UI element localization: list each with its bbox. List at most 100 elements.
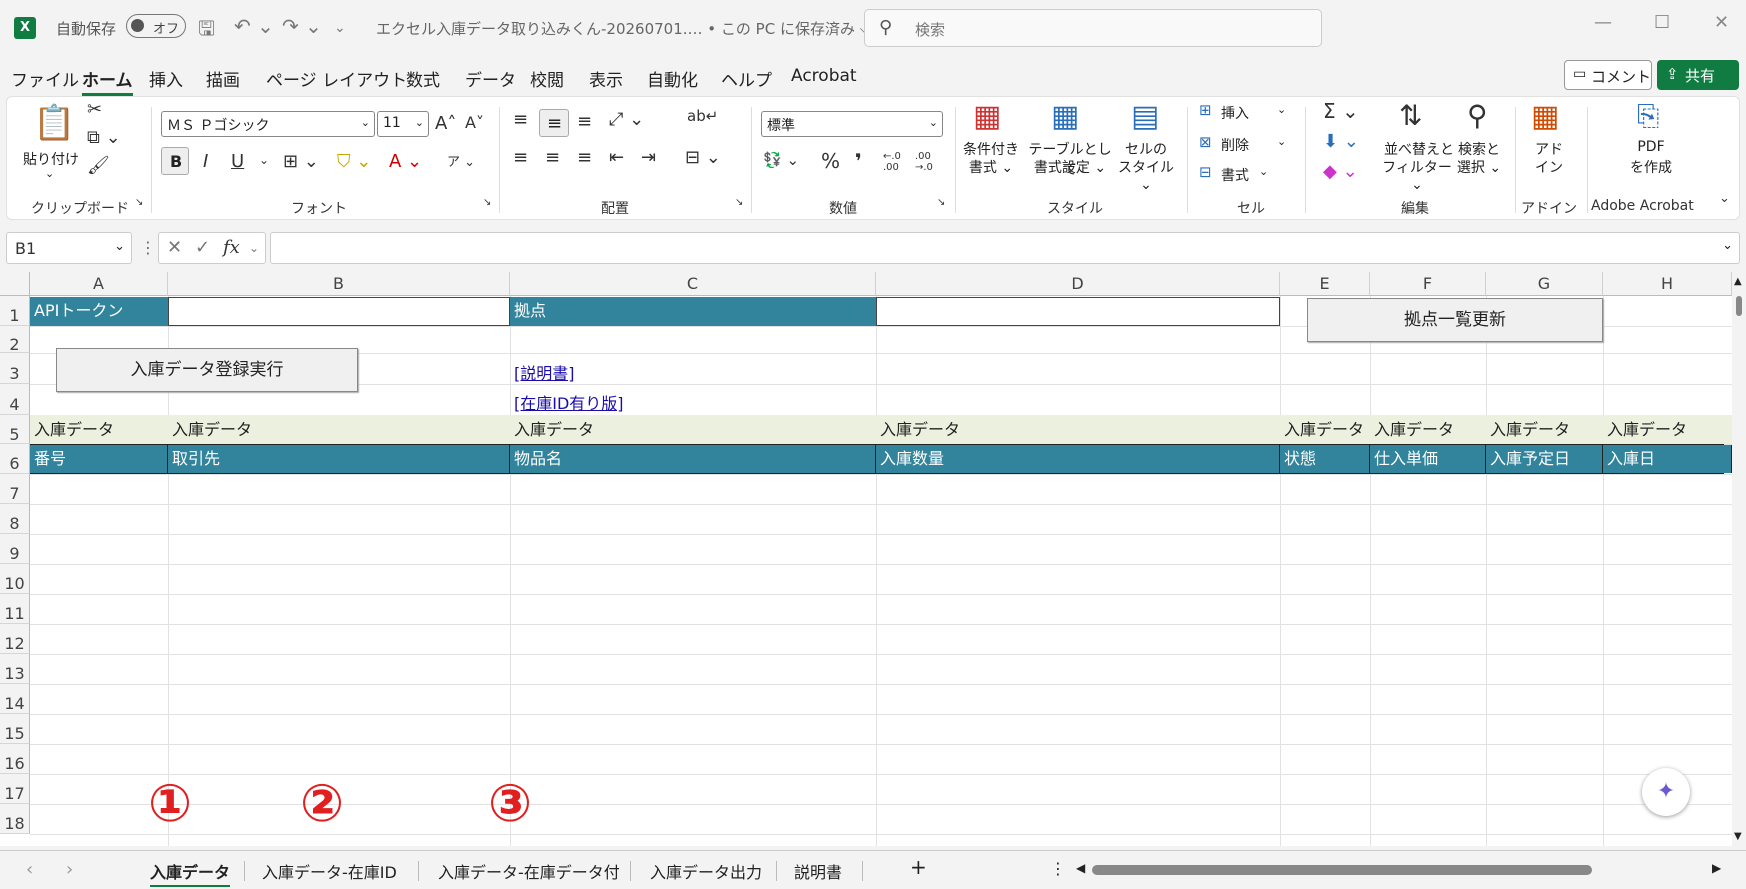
collapse-ribbon-icon[interactable]: ⌄ bbox=[1719, 191, 1730, 206]
cell-row5-b[interactable]: 入庫データ bbox=[168, 415, 510, 444]
minimize-icon[interactable]: — bbox=[1594, 12, 1612, 33]
insert-function-button[interactable]: fx bbox=[223, 237, 240, 258]
column-header[interactable]: B bbox=[168, 272, 510, 296]
copy-icon[interactable]: ⧉ ⌄ bbox=[87, 127, 121, 148]
conditional-format-label-2[interactable]: 書式 ⌄ bbox=[963, 157, 1019, 177]
decrease-font-icon[interactable]: A˅ bbox=[465, 113, 484, 132]
row-header[interactable]: 13 bbox=[0, 654, 30, 684]
more-options-icon[interactable]: ⋮ bbox=[140, 238, 156, 257]
row-header[interactable]: 4 bbox=[0, 384, 30, 415]
manual-link[interactable]: [説明書] bbox=[510, 360, 575, 390]
format-as-table-label-2[interactable]: 書式設定 ⌄ bbox=[1025, 157, 1115, 177]
create-pdf-label-2[interactable]: を作成 bbox=[1619, 157, 1683, 177]
share-button[interactable]: ⇪ 共有 bbox=[1657, 60, 1739, 90]
align-center-icon[interactable]: ≡ bbox=[545, 147, 560, 168]
font-launcher-icon[interactable]: ↘ bbox=[483, 197, 491, 208]
cell-row5-a[interactable]: 入庫データ bbox=[30, 415, 168, 444]
cell-row6-g[interactable]: 入庫予定日 bbox=[1486, 445, 1603, 473]
sheet-tab-inbound[interactable]: 入庫データ bbox=[150, 859, 231, 887]
cell-a1[interactable]: APIトークン bbox=[30, 297, 168, 326]
tab-formulas[interactable]: 数式 bbox=[406, 66, 440, 91]
cell-row6-b[interactable]: 取引先 bbox=[168, 445, 510, 473]
addins-label-1[interactable]: アド bbox=[1529, 139, 1569, 159]
font-name-select[interactable]: ＭＳ Ｐゴシック ⌄ bbox=[161, 111, 375, 137]
addins-icon[interactable]: ▦ bbox=[1531, 99, 1559, 134]
chevron-down-icon[interactable]: ⌄ bbox=[1259, 165, 1268, 178]
row-header[interactable]: 3 bbox=[0, 353, 30, 384]
maximize-icon[interactable]: ☐ bbox=[1654, 12, 1670, 33]
number-launcher-icon[interactable]: ↘ bbox=[937, 197, 945, 208]
row-header[interactable]: 8 bbox=[0, 504, 30, 534]
tab-data[interactable]: データ bbox=[465, 66, 516, 91]
tab-home[interactable]: ホーム bbox=[82, 66, 133, 96]
increase-font-icon[interactable]: A˄ bbox=[435, 113, 456, 134]
cell-row5-c[interactable]: 入庫データ bbox=[510, 415, 876, 444]
cell-styles-label-2[interactable]: スタイル ⌄ bbox=[1111, 157, 1181, 193]
column-header[interactable]: A bbox=[30, 272, 168, 296]
vertical-scrollbar[interactable]: ▲ ▼ bbox=[1732, 272, 1746, 846]
autosave-toggle[interactable]: オフ bbox=[126, 14, 186, 38]
row-header[interactable]: 6 bbox=[0, 444, 30, 474]
number-format-select[interactable]: 標準 ⌄ bbox=[761, 111, 943, 137]
orientation-icon[interactable]: ⤢ ⌄ bbox=[609, 109, 644, 130]
underline-button[interactable]: U bbox=[231, 151, 244, 172]
cell-row5-e[interactable]: 入庫データ bbox=[1280, 415, 1370, 444]
tab-insert[interactable]: 挿入 bbox=[149, 66, 183, 91]
column-header[interactable]: D bbox=[876, 272, 1280, 296]
accounting-format-icon[interactable]: 💱 ⌄ bbox=[763, 151, 799, 169]
row-header[interactable]: 1 bbox=[0, 296, 30, 326]
next-sheet-icon[interactable]: › bbox=[66, 859, 73, 880]
addins-label-2[interactable]: イン bbox=[1529, 157, 1569, 177]
cell-row6-h[interactable]: 入庫日 bbox=[1603, 445, 1732, 473]
redo-icon[interactable]: ↷ ⌄ bbox=[282, 14, 322, 38]
register-inbound-button[interactable]: 入庫データ登録実行 bbox=[56, 348, 358, 392]
row-header[interactable]: 16 bbox=[0, 744, 30, 774]
row-header[interactable]: 15 bbox=[0, 714, 30, 744]
conditional-format-icon[interactable]: ▦ bbox=[973, 99, 1001, 134]
insert-cells-label[interactable]: 挿入 bbox=[1221, 103, 1249, 123]
save-icon[interactable]: 🖫 bbox=[198, 14, 215, 48]
row-header[interactable]: 2 bbox=[0, 326, 30, 354]
cell-row5-h[interactable]: 入庫データ bbox=[1603, 415, 1732, 444]
underline-dropdown-icon[interactable]: ⌄ bbox=[259, 153, 269, 167]
cell-row5-g[interactable]: 入庫データ bbox=[1486, 415, 1603, 444]
row-header[interactable]: 5 bbox=[0, 415, 30, 444]
cell-row6-c[interactable]: 物品名 bbox=[510, 445, 876, 473]
chevron-down-icon[interactable]: ⌄ bbox=[1277, 103, 1286, 116]
find-select-icon[interactable]: ⚲ bbox=[1467, 99, 1488, 132]
align-middle-button[interactable]: ≡ bbox=[539, 109, 569, 137]
wrap-text-icon[interactable]: ab↵ bbox=[687, 107, 718, 125]
format-painter-icon[interactable]: 🖌 bbox=[87, 155, 110, 176]
insert-cells-icon[interactable]: ⊞ bbox=[1199, 101, 1212, 119]
sheet-tab-inbound-stock-data[interactable]: 入庫データ-在庫データ付 bbox=[438, 859, 620, 883]
pdf-icon[interactable]: ⎘ bbox=[1637, 99, 1659, 133]
delete-cells-icon[interactable]: ⊠ bbox=[1199, 133, 1212, 151]
border-icon[interactable]: ⊞ ⌄ bbox=[283, 151, 319, 172]
cell-styles-icon[interactable]: ▤ bbox=[1131, 99, 1159, 134]
sheet-tab-manual[interactable]: 説明書 bbox=[794, 859, 842, 883]
scroll-right-icon[interactable]: ▶ bbox=[1712, 861, 1721, 875]
conditional-format-label-1[interactable]: 条件付き bbox=[963, 139, 1019, 159]
italic-button[interactable]: I bbox=[203, 151, 208, 172]
decrease-decimal-button[interactable]: .00 →.0 bbox=[915, 151, 943, 173]
chevron-down-icon[interactable]: ⌄ bbox=[249, 241, 259, 255]
close-icon[interactable]: ✕ bbox=[1714, 12, 1729, 33]
formula-input[interactable]: ⌄ bbox=[270, 232, 1740, 264]
cell-b1[interactable] bbox=[168, 297, 510, 326]
cell-row6-a[interactable]: 番号 bbox=[30, 445, 168, 473]
tab-acrobat[interactable]: Acrobat bbox=[791, 66, 857, 86]
clear-icon[interactable]: ◆ ⌄ bbox=[1323, 161, 1358, 182]
row-header[interactable]: 18 bbox=[0, 804, 30, 834]
row-header[interactable]: 14 bbox=[0, 684, 30, 714]
row-header[interactable]: 9 bbox=[0, 534, 30, 564]
column-header[interactable]: H bbox=[1603, 272, 1732, 296]
cut-icon[interactable]: ✂ bbox=[87, 99, 102, 120]
document-title[interactable]: エクセル入庫データ取り込みくん-20260701.… • この PC に保存済み… bbox=[376, 18, 871, 39]
fill-icon[interactable]: ⬇ ⌄ bbox=[1323, 131, 1359, 152]
increase-decimal-button[interactable]: ←.0 .00 bbox=[883, 151, 911, 173]
autosum-icon[interactable]: Σ ⌄ bbox=[1323, 99, 1359, 123]
add-sheet-button[interactable]: + bbox=[910, 855, 927, 879]
select-all-corner[interactable] bbox=[0, 272, 30, 296]
create-pdf-label-1[interactable]: PDF bbox=[1619, 139, 1683, 155]
row-header[interactable]: 12 bbox=[0, 624, 30, 654]
